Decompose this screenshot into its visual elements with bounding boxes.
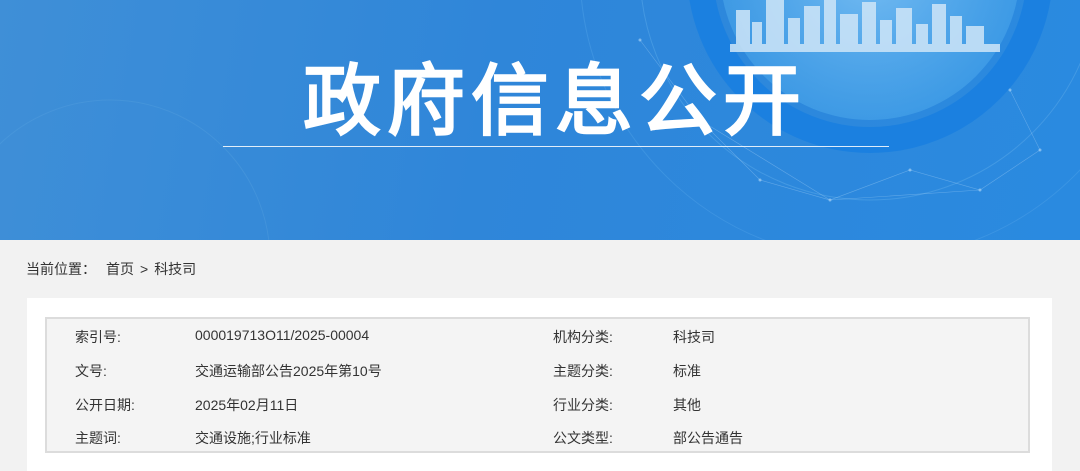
info-label: 公开日期:	[75, 397, 135, 413]
info-row-keywords: 主题词: 交通设施;行业标准 公文类型: 部公告通告	[47, 428, 1028, 448]
breadcrumb-home-link[interactable]: 首页	[106, 259, 134, 279]
content-panel: 索引号: 000019713O11/2025-00004 机构分类: 科技司 文…	[27, 298, 1052, 471]
breadcrumb-separator: >	[140, 261, 149, 277]
info-label: 机构分类:	[553, 329, 613, 345]
breadcrumb-current-link[interactable]: 科技司	[154, 259, 196, 279]
info-label: 行业分类:	[553, 397, 613, 413]
info-label: 索引号:	[75, 329, 121, 345]
info-row-publish-date: 公开日期: 2025年02月11日 行业分类: 其他	[47, 395, 1028, 415]
title-underline	[223, 146, 889, 147]
info-label: 主题分类:	[553, 363, 613, 379]
info-value: 部公告通告	[673, 430, 743, 446]
info-row-doc-number: 文号: 交通运输部公告2025年第10号 主题分类: 标准	[47, 361, 1028, 381]
document-info-table: 索引号: 000019713O11/2025-00004 机构分类: 科技司 文…	[45, 317, 1030, 453]
info-value: 交通运输部公告2025年第10号	[195, 363, 382, 379]
info-row-index: 索引号: 000019713O11/2025-00004 机构分类: 科技司	[47, 327, 1028, 347]
header-banner: 政府信息公开	[0, 0, 1080, 240]
page-title: 政府信息公开	[302, 57, 807, 147]
info-value: 标准	[673, 363, 701, 379]
breadcrumb-label: 当前位置：	[26, 261, 96, 277]
info-label: 文号:	[75, 363, 107, 379]
info-value: 科技司	[673, 329, 715, 345]
info-value: 2025年02月11日	[195, 397, 299, 413]
info-label: 主题词:	[75, 430, 121, 446]
info-value: 000019713O11/2025-00004	[195, 327, 370, 343]
info-value: 交通设施;行业标准	[195, 430, 311, 446]
info-label: 公文类型:	[553, 430, 613, 446]
breadcrumb: 当前位置： 首页 > 科技司	[26, 259, 196, 279]
info-value: 其他	[673, 397, 701, 413]
